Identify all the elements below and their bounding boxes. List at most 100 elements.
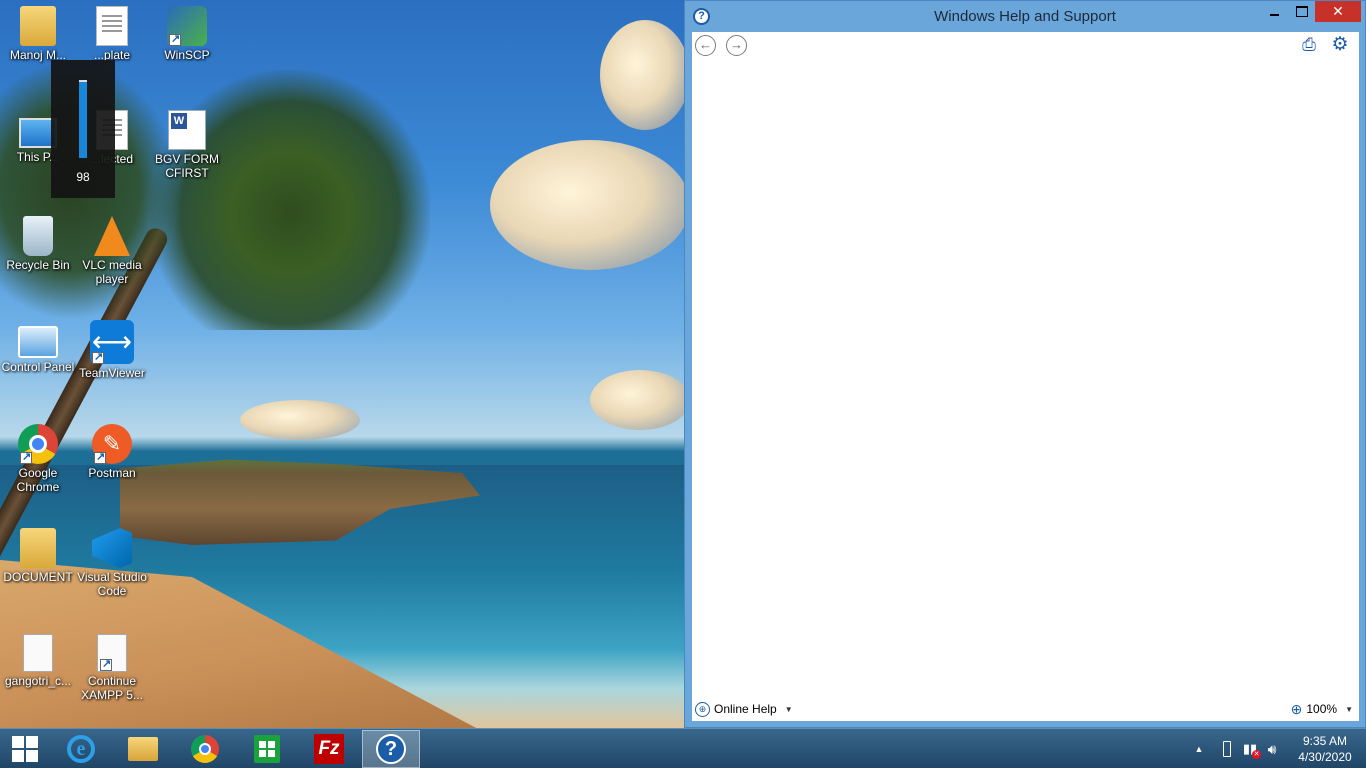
- taskbar-internet-explorer[interactable]: e: [52, 730, 110, 768]
- wallpaper-cloud: [240, 400, 360, 440]
- winscp-icon: [167, 6, 207, 46]
- globe-icon: ⊕: [695, 701, 710, 717]
- desktop-icon-label: BGV FORM CFIRST: [154, 152, 219, 180]
- taskbar-chrome[interactable]: [176, 730, 234, 768]
- wallpaper-cloud: [600, 20, 690, 130]
- volume-value: 98: [76, 170, 90, 184]
- desktop-icon-winscp[interactable]: WinSCP: [149, 6, 225, 62]
- vlc-icon: [94, 216, 130, 256]
- zoom-level: 100%: [1306, 702, 1338, 716]
- teamviewer-icon: [90, 320, 134, 364]
- postman-icon: [92, 424, 132, 464]
- desktop-icon-template-doc[interactable]: ...plate: [74, 6, 150, 62]
- desktop-icon-google-chrome[interactable]: Google Chrome: [0, 424, 76, 494]
- vscode-icon: [92, 528, 132, 568]
- network-status[interactable]: ▮▮ ✕: [1240, 729, 1261, 768]
- minimize-button[interactable]: [1261, 1, 1288, 22]
- wallpaper-cloud: [590, 370, 690, 430]
- document-icon: [96, 6, 128, 46]
- desktop-icon-label: Control Panel: [1, 360, 75, 374]
- shortcut-arrow-icon: [92, 350, 104, 364]
- volume-track: [79, 80, 87, 158]
- maximize-button[interactable]: [1288, 1, 1315, 22]
- taskbar-help[interactable]: ?: [362, 730, 420, 768]
- desktop-icon-label: WinSCP: [164, 48, 210, 62]
- desktop-icon-label: VLC media player: [82, 258, 142, 286]
- taskbar-store[interactable]: [238, 730, 296, 768]
- shortcut-arrow-icon: [94, 450, 106, 464]
- blank-file-icon: [97, 634, 127, 672]
- chrome-icon: [18, 424, 58, 464]
- help-window: ? Windows Help and Support ✕ ← → ⎙ ⚙ ⊕ O…: [684, 0, 1366, 728]
- taskbar-file-explorer[interactable]: [114, 730, 172, 768]
- desktop-icon-label: Google Chrome: [16, 466, 60, 494]
- desktop-icon-label: Recycle Bin: [6, 258, 70, 272]
- shortcut-arrow-icon: [169, 32, 181, 46]
- desktop-icon-label: Visual Studio Code: [77, 570, 147, 598]
- taskbar-filezilla[interactable]: Fz: [300, 730, 358, 768]
- close-button[interactable]: ✕: [1315, 1, 1361, 22]
- shortcut-arrow-icon: [100, 657, 112, 671]
- recycle-bin-icon: [23, 216, 53, 256]
- start-icon: [12, 736, 38, 762]
- title-bar[interactable]: ? Windows Help and Support ✕: [685, 1, 1365, 32]
- desktop-icon-postman[interactable]: Postman: [74, 424, 150, 480]
- desktop-icon-vlc[interactable]: VLC media player: [74, 216, 150, 286]
- filezilla-icon: Fz: [314, 734, 344, 764]
- battery-icon[interactable]: [1220, 729, 1234, 768]
- show-hidden-icons-button[interactable]: ▲: [1190, 729, 1208, 768]
- forward-button[interactable]: →: [726, 35, 747, 56]
- user-folder-icon: [20, 6, 56, 46]
- help-toolbar: ← → ⎙ ⚙: [692, 32, 1359, 60]
- volume-osd: 98: [51, 60, 115, 198]
- zoom-dropdown[interactable]: ⊕ 100% ▼: [1291, 700, 1353, 718]
- desktop-icon-gangotri-file[interactable]: gangotri_c...: [0, 634, 76, 688]
- help-icon: ?: [376, 734, 406, 764]
- desktop-icon-recycle-bin[interactable]: Recycle Bin: [0, 216, 76, 272]
- forward-arrow-icon: →: [730, 37, 743, 52]
- chrome-icon: [191, 735, 219, 763]
- desktop-icon-teamviewer[interactable]: TeamViewer: [74, 320, 150, 380]
- wallpaper-palm-fronds: [150, 70, 430, 330]
- print-button[interactable]: ⎙: [1299, 36, 1319, 54]
- desktop-icon-xampp[interactable]: Continue XAMPP 5...: [74, 634, 150, 702]
- desktop-icon-bgv-form[interactable]: BGV FORM CFIRST: [149, 110, 225, 180]
- desktop-icon-label: gangotri_c...: [4, 674, 72, 688]
- desktop-icon-document-folder[interactable]: DOCUMENT: [0, 528, 76, 584]
- desktop-icon-label: DOCUMENT: [3, 570, 73, 584]
- zoom-icon: ⊕: [1290, 700, 1303, 717]
- blank-file-icon: [23, 634, 53, 672]
- back-arrow-icon: ←: [699, 37, 712, 52]
- desktop-icon-user-folder[interactable]: Manoj M...: [0, 6, 76, 62]
- back-button[interactable]: ←: [695, 35, 716, 56]
- speaker-icon: 🔊︎: [1267, 740, 1277, 757]
- desktop-icon-vscode[interactable]: Visual Studio Code: [74, 528, 150, 598]
- start-button[interactable]: [0, 730, 50, 768]
- desktop-icon-label: TeamViewer: [79, 366, 145, 380]
- online-help-dropdown[interactable]: ⊕ Online Help ▼: [695, 700, 793, 718]
- control-panel-icon: [18, 326, 58, 358]
- desktop-icon-label: Postman: [88, 466, 136, 480]
- desktop-icon-control-panel[interactable]: Control Panel: [0, 320, 76, 374]
- word-document-icon: [168, 110, 206, 150]
- internet-explorer-icon: e: [67, 735, 95, 763]
- shortcut-arrow-icon: [20, 450, 32, 464]
- clock-time: 9:35 AM: [1302, 734, 1348, 748]
- folder-icon: [20, 528, 56, 568]
- gear-icon: ⚙: [1331, 34, 1349, 55]
- volume-level-fill: [79, 81, 87, 158]
- settings-button[interactable]: ⚙: [1330, 35, 1350, 55]
- chevron-down-icon: ▼: [784, 704, 793, 714]
- taskbar: e Fz ? ▲ ▮▮ ✕ 🔊︎ 9:35 AM 4/30/2020: [0, 728, 1366, 768]
- online-help-label: Online Help: [714, 702, 777, 716]
- print-icon: ⎙: [1302, 35, 1316, 54]
- system-clock[interactable]: 9:35 AM 4/30/2020: [1290, 733, 1360, 765]
- clock-date: 4/30/2020: [1298, 750, 1352, 764]
- desktop-icon-label: Continue XAMPP 5...: [81, 674, 143, 702]
- disconnected-icon: ✕: [1252, 750, 1261, 759]
- help-content-area: ← → ⎙ ⚙ ⊕ Online Help ▼ ⊕ 100% ▼: [692, 32, 1359, 721]
- file-explorer-icon: [128, 737, 158, 761]
- help-status-bar: ⊕ Online Help ▼ ⊕ 100% ▼: [692, 697, 1359, 721]
- store-icon: [254, 735, 280, 763]
- volume-button[interactable]: 🔊︎: [1263, 729, 1281, 768]
